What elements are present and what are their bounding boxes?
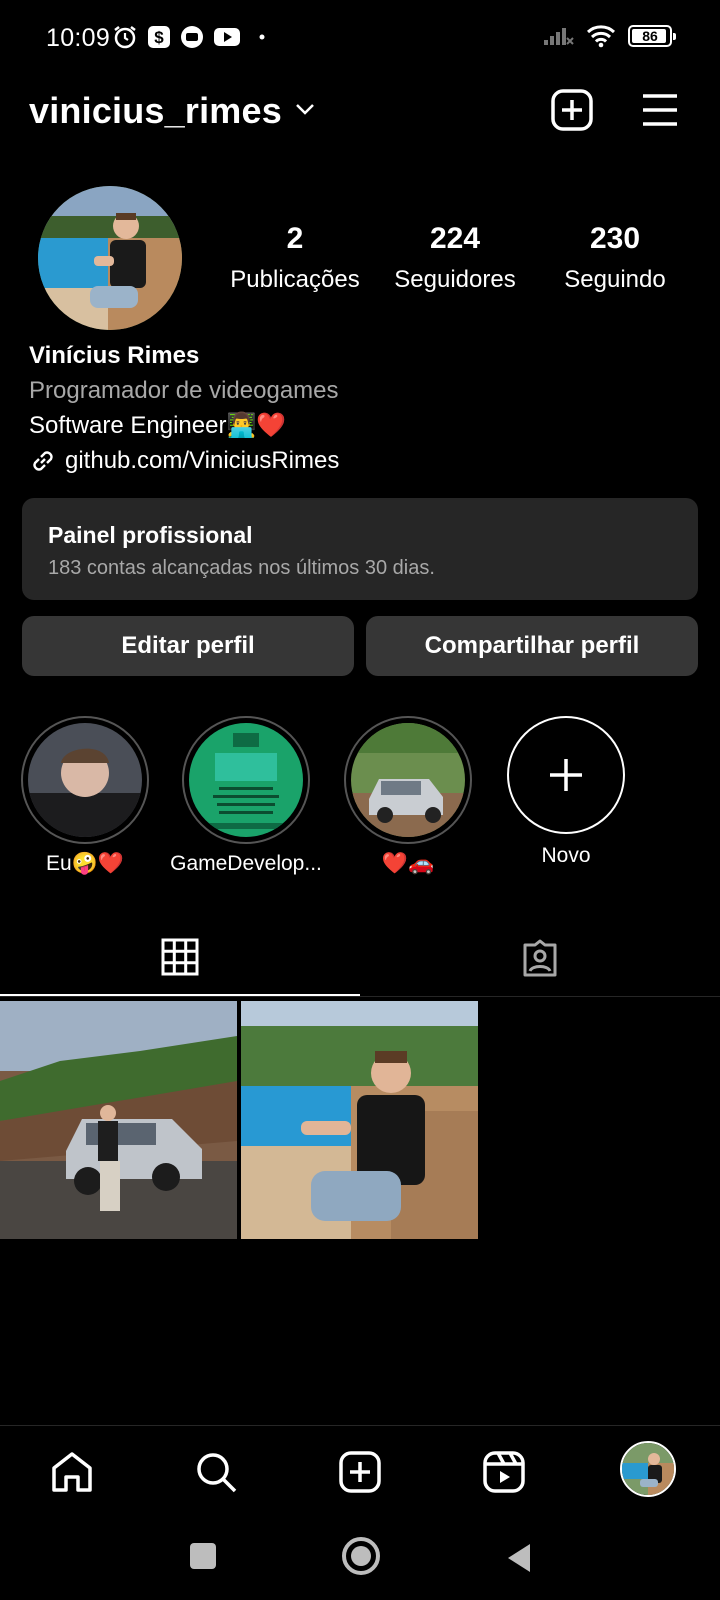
profile-link-text[interactable]: github.com/ViniciusRimes (65, 443, 339, 478)
recents-button[interactable] (190, 1543, 216, 1569)
display-name: Vinícius Rimes (29, 342, 200, 369)
bio-text: Software Engineer👨‍💻❤️ (29, 412, 287, 439)
story-highlight[interactable]: GameDevelop... (166, 716, 326, 876)
followers-count: 224 (429, 222, 481, 255)
reels-icon (483, 1451, 525, 1493)
professional-dashboard[interactable]: Painel profissional 183 contas alcançada… (22, 498, 698, 600)
battery-level: 86 (642, 28, 658, 44)
followers-label: Seguidores (394, 266, 516, 293)
followers-stat[interactable]: 224 Seguidores (375, 222, 535, 294)
youtube-icon (214, 28, 240, 46)
tagged-icon (523, 939, 557, 977)
posts-label: Publicações (230, 266, 360, 293)
profile-header: vinicius_rimes (0, 80, 720, 144)
profile-link[interactable]: github.com/ViniciusRimes (29, 443, 689, 478)
posts-stat[interactable]: 2 Publicações (215, 222, 375, 294)
bottom-nav (0, 1425, 720, 1515)
nav-profile-avatar[interactable] (620, 1441, 676, 1497)
dollar-app-icon: $ (148, 26, 170, 48)
plus-icon (550, 759, 582, 791)
link-icon (33, 450, 53, 471)
tab-posts-grid[interactable] (0, 920, 360, 996)
nav-search[interactable] (192, 1448, 240, 1496)
share-profile-button[interactable]: Compartilhar perfil (366, 616, 698, 676)
svg-text:$: $ (154, 28, 164, 47)
back-button[interactable] (504, 1541, 534, 1575)
following-label: Seguindo (564, 266, 666, 293)
new-highlight-button[interactable] (507, 716, 625, 834)
nav-create[interactable] (336, 1448, 384, 1496)
dashboard-subtitle: 183 contas alcançadas nos últimos 30 dia… (48, 557, 435, 579)
highlight-cover (351, 723, 465, 837)
wifi-icon (586, 25, 616, 48)
nav-reels[interactable] (480, 1448, 528, 1496)
search-icon (197, 1453, 237, 1493)
signal-icon (544, 28, 574, 45)
alarm-icon (114, 26, 136, 49)
divider (0, 996, 720, 997)
account-switcher-username[interactable]: vinicius_rimes (29, 90, 282, 132)
story-highlight[interactable]: ❤️🚗 (328, 716, 488, 876)
status-time: 10:09 (46, 24, 111, 52)
profile-bio: Vinícius Rimes Programador de videogames… (29, 338, 689, 478)
following-count: 230 (589, 222, 641, 255)
home-button[interactable] (342, 1537, 380, 1575)
battery-icon: 86 (628, 25, 676, 47)
highlight-label: ❤️🚗 (381, 852, 435, 875)
following-stat[interactable]: 230 Seguindo (535, 222, 695, 294)
posts-count: 2 (286, 222, 304, 255)
add-post-icon[interactable] (550, 88, 594, 132)
system-nav-bar (0, 1515, 720, 1600)
tab-tagged[interactable] (360, 920, 720, 996)
post-thumbnail[interactable] (241, 1001, 478, 1239)
grid-icon (161, 938, 199, 976)
status-bar: 10:09 $ 86 (0, 0, 720, 80)
highlight-label: GameDevelop... (170, 852, 322, 875)
story-highlight[interactable]: Eu🤪❤️ (5, 716, 165, 876)
profile-tabs (0, 920, 720, 996)
profile-avatar[interactable] (38, 186, 182, 330)
dot-icon (259, 34, 265, 40)
edit-profile-button[interactable]: Editar perfil (22, 616, 354, 676)
profile-photo (38, 186, 182, 330)
create-icon (339, 1451, 381, 1493)
highlight-cover (28, 723, 142, 837)
chevron-down-icon[interactable] (294, 102, 316, 116)
highlight-cover (189, 723, 303, 837)
new-highlight[interactable]: Novo (486, 716, 646, 868)
messenger-app-icon (181, 26, 203, 48)
profile-category: Programador de videogames (29, 377, 339, 404)
menu-icon[interactable] (640, 92, 680, 128)
new-highlight-label: Novo (541, 844, 591, 867)
post-thumbnail[interactable] (0, 1001, 237, 1239)
nav-home[interactable] (48, 1448, 96, 1496)
dashboard-title: Painel profissional (48, 522, 253, 548)
home-icon (52, 1452, 92, 1492)
highlight-label: Eu🤪❤️ (46, 852, 124, 875)
